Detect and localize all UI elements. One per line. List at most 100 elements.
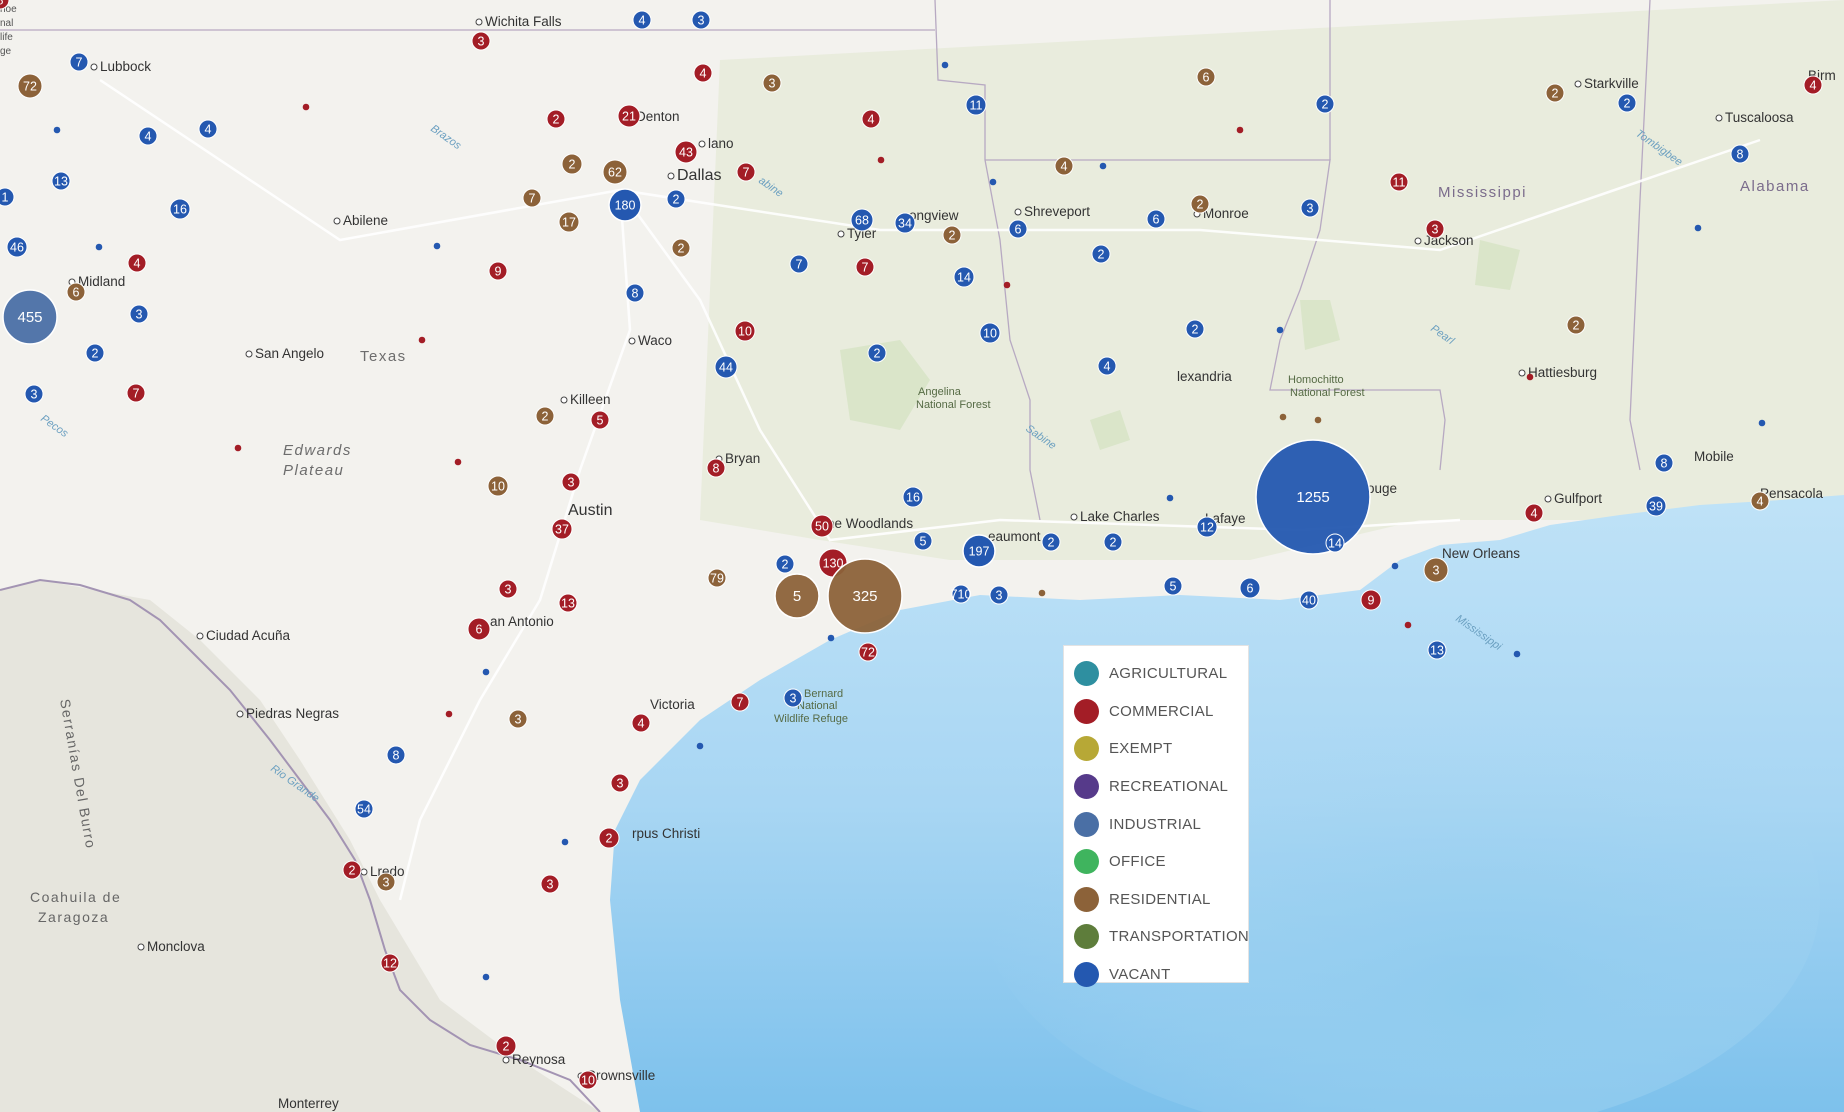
cluster-marker-vacant[interactable]: 68 <box>850 208 874 232</box>
cluster-marker-commercial[interactable]: 4 <box>861 109 881 129</box>
cluster-marker-residential[interactable]: 325 <box>827 558 903 634</box>
cluster-marker-commercial[interactable]: 7 <box>730 692 750 712</box>
cluster-marker-vacant[interactable]: 2 <box>1091 244 1111 264</box>
point-marker[interactable] <box>1404 621 1412 629</box>
cluster-marker-residential[interactable]: 5 <box>774 573 820 619</box>
legend-item-vacant[interactable]: VACANT <box>1074 956 1248 994</box>
cluster-marker-commercial[interactable]: 8 <box>706 458 726 478</box>
cluster-marker-commercial[interactable]: 4 <box>631 713 651 733</box>
cluster-marker-vacant[interactable]: 2 <box>85 343 105 363</box>
cluster-marker-vacant[interactable]: 54 <box>354 799 374 819</box>
cluster-marker-residential[interactable]: 2 <box>1545 83 1565 103</box>
point-marker[interactable] <box>1513 650 1521 658</box>
cluster-marker-vacant[interactable]: 2 <box>1185 319 1205 339</box>
cluster-marker-commercial[interactable]: 5 <box>590 410 610 430</box>
cluster-marker-commercial[interactable]: 7 <box>855 257 875 277</box>
cluster-marker-commercial[interactable]: 9 <box>488 261 508 281</box>
cluster-marker-vacant[interactable]: 34 <box>894 212 916 234</box>
cluster-marker-residential[interactable]: 79 <box>707 568 727 588</box>
cluster-marker-commercial[interactable]: 2 <box>546 109 566 129</box>
cluster-marker-residential[interactable]: 2 <box>561 153 583 175</box>
legend-item-commercial[interactable]: COMMERCIAL <box>1074 693 1248 731</box>
cluster-marker-vacant[interactable]: 2 <box>1041 532 1061 552</box>
cluster-marker-residential[interactable]: 3 <box>376 872 396 892</box>
cluster-marker-residential[interactable]: 17 <box>558 211 580 233</box>
cluster-marker-vacant[interactable]: 8 <box>1654 453 1674 473</box>
cluster-marker-residential[interactable]: 2 <box>671 238 691 258</box>
cluster-marker-commercial[interactable]: 4 <box>127 253 147 273</box>
cluster-marker-commercial[interactable]: 37 <box>551 518 573 540</box>
cluster-marker-commercial[interactable]: 4 <box>1803 75 1823 95</box>
cluster-marker-vacant[interactable]: 4 <box>632 10 652 30</box>
cluster-marker-residential[interactable]: 2 <box>1190 194 1210 214</box>
cluster-marker-vacant[interactable]: 8 <box>386 745 406 765</box>
cluster-marker-vacant[interactable]: 46 <box>6 236 28 258</box>
cluster-marker-vacant[interactable]: 6 <box>1008 219 1028 239</box>
cluster-marker-vacant[interactable]: 6 <box>1146 209 1166 229</box>
map-view[interactable]: Wichita Falls Lubbock Denton lano Dallas Abil… <box>0 0 1844 1112</box>
legend-item-agricultural[interactable]: AGRICULTURAL <box>1074 655 1248 693</box>
cluster-marker-vacant[interactable]: 13 <box>1427 640 1447 660</box>
cluster-marker-vacant[interactable]: 12 <box>1196 516 1218 538</box>
cluster-marker-vacant[interactable]: 1 <box>0 187 15 207</box>
cluster-marker-vacant[interactable]: 197 <box>962 534 996 568</box>
cluster-marker-vacant[interactable]: 4 <box>198 119 218 139</box>
cluster-marker-vacant[interactable]: 14 <box>953 266 975 288</box>
cluster-marker-residential[interactable]: 3 <box>762 73 782 93</box>
cluster-marker-vacant[interactable]: 2 <box>1103 532 1123 552</box>
cluster-marker-vacant[interactable]: 39 <box>1645 495 1667 517</box>
cluster-marker-commercial[interactable]: 7 <box>126 383 146 403</box>
cluster-marker-commercial[interactable]: 72 <box>858 642 878 662</box>
cluster-marker-vacant[interactable]: 710 <box>951 584 972 604</box>
point-marker[interactable] <box>1038 589 1046 597</box>
cluster-marker-vacant[interactable]: 180 <box>608 188 642 222</box>
cluster-marker-commercial[interactable]: 4 <box>693 63 713 83</box>
point-marker[interactable] <box>1391 562 1399 570</box>
cluster-marker-vacant[interactable]: 7 <box>789 254 809 274</box>
cluster-marker-commercial[interactable]: 21 <box>617 104 641 128</box>
cluster-marker-commercial[interactable]: 6 <box>467 617 491 641</box>
point-marker[interactable] <box>1236 126 1244 134</box>
cluster-marker-vacant[interactable]: 40 <box>1299 590 1319 610</box>
cluster-marker-commercial[interactable]: 9 <box>1360 589 1382 611</box>
cluster-marker-commercial[interactable]: 12 <box>380 953 400 973</box>
cluster-marker-vacant[interactable]: 13 <box>51 171 71 191</box>
cluster-marker-vacant[interactable]: 2 <box>1617 93 1637 113</box>
cluster-marker-residential[interactable]: 4 <box>1750 491 1770 511</box>
point-marker[interactable] <box>827 634 835 642</box>
cluster-marker-residential[interactable]: 10 <box>487 475 509 497</box>
point-marker[interactable] <box>234 444 242 452</box>
cluster-marker-commercial[interactable]: 7 <box>736 162 756 182</box>
point-marker[interactable] <box>302 103 310 111</box>
point-marker[interactable] <box>1003 281 1011 289</box>
point-marker[interactable] <box>1166 494 1174 502</box>
cluster-marker-residential[interactable]: 62 <box>602 159 628 185</box>
cluster-marker-vacant[interactable]: 4 <box>1097 356 1117 376</box>
cluster-marker-vacant[interactable]: 5 <box>913 531 933 551</box>
point-marker[interactable] <box>561 838 569 846</box>
point-marker[interactable] <box>1314 416 1322 424</box>
legend-item-office[interactable]: OFFICE <box>1074 843 1248 881</box>
cluster-marker-vacant[interactable]: 16 <box>169 198 191 220</box>
cluster-marker-commercial[interactable]: 3 <box>561 472 581 492</box>
point-marker[interactable] <box>433 242 441 250</box>
point-marker[interactable] <box>989 178 997 186</box>
legend-item-residential[interactable]: RESIDENTIAL <box>1074 881 1248 919</box>
cluster-marker-vacant[interactable]: 3 <box>989 585 1009 605</box>
cluster-marker-vacant[interactable]: 11 <box>965 94 987 116</box>
cluster-marker-commercial[interactable]: 13 <box>558 593 578 613</box>
cluster-marker-vacant[interactable]: 3 <box>783 688 803 708</box>
point-marker[interactable] <box>482 973 490 981</box>
point-marker[interactable] <box>1526 373 1534 381</box>
cluster-marker-commercial[interactable]: 4 <box>1524 503 1544 523</box>
cluster-marker-residential[interactable]: 3 <box>508 709 528 729</box>
cluster-marker-commercial[interactable]: 43 <box>674 140 698 164</box>
legend-item-transportation[interactable]: TRANSPORTATION <box>1074 918 1249 956</box>
cluster-marker-residential[interactable]: 72 <box>17 73 43 99</box>
cluster-marker-commercial[interactable]: 3 <box>610 773 630 793</box>
point-marker[interactable] <box>445 710 453 718</box>
point-marker[interactable] <box>1099 162 1107 170</box>
cluster-marker-residential[interactable]: 2 <box>535 406 555 426</box>
cluster-marker-vacant[interactable]: 16 <box>902 486 924 508</box>
cluster-marker-residential[interactable]: 3 <box>1423 557 1449 583</box>
